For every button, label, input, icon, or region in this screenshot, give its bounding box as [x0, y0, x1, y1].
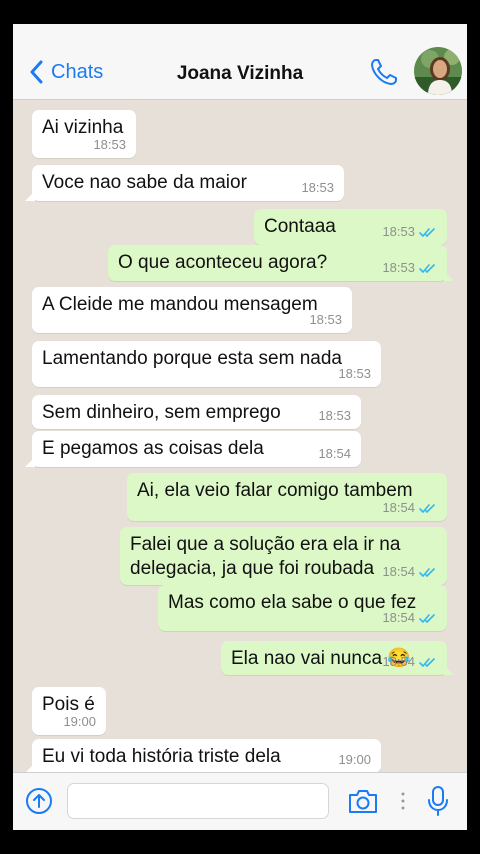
separator-dots-icon [401, 792, 405, 810]
message-timestamp: 19:00 [338, 752, 371, 768]
message-text: Voce nao sabe da maior [42, 172, 247, 193]
message-timestamp: 18:53 [338, 366, 371, 382]
message-timestamp: 18:54 [318, 446, 351, 462]
message-meta: 18:53 [93, 137, 126, 154]
double-check-icon [419, 264, 435, 273]
avatar[interactable] [414, 47, 462, 95]
outgoing-message[interactable]: Falei que a solução era ela ir na delega… [120, 527, 447, 585]
double-check-icon [419, 504, 435, 513]
outgoing-message[interactable]: Contaaa 18:53 [254, 209, 447, 245]
message-meta: 18:54 [382, 610, 437, 627]
double-check-icon [419, 568, 435, 577]
message-list[interactable]: Ai vizinha 18:53 Voce nao sabe da maior 18:… [13, 101, 467, 772]
phone-icon[interactable] [369, 57, 399, 87]
message-timestamp: 18:53 [93, 137, 126, 153]
message-meta: 18:53 [382, 224, 437, 241]
message-text: A Cleide me mandou mensagem [42, 294, 318, 315]
incoming-message[interactable]: Ai vizinha 18:53 [32, 110, 136, 158]
message-timestamp: 18:53 [309, 312, 342, 328]
message-meta: 18:54 [382, 564, 437, 581]
message-timestamp: 18:54 [382, 564, 415, 580]
outgoing-message[interactable]: Ai, ela veio falar comigo tambem 18:54 [127, 473, 447, 521]
input-bar [13, 772, 467, 830]
double-check-icon [419, 614, 435, 623]
message-timestamp: 18:53 [382, 260, 415, 276]
message-meta: 18:53 [301, 180, 334, 197]
outgoing-message[interactable]: Mas como ela sabe o que fez 18:54 [158, 585, 447, 631]
message-text: Lamentando porque esta sem nada [42, 348, 342, 369]
double-check-icon [419, 228, 435, 237]
incoming-message[interactable]: Pois é 19:00 [32, 687, 106, 735]
message-meta: 18:53 [338, 366, 371, 383]
message-meta: 18:54 [382, 654, 437, 671]
outgoing-message[interactable]: O que aconteceu agora? 18:53 [108, 245, 454, 281]
message-meta: 19:00 [63, 714, 96, 731]
microphone-icon[interactable] [427, 785, 449, 817]
message-input[interactable] [67, 783, 329, 819]
message-text: Sem dinheiro, sem emprego [42, 402, 281, 423]
message-meta: 18:54 [318, 446, 351, 463]
message-timestamp: 18:54 [382, 654, 415, 670]
message-meta: 18:53 [382, 260, 437, 277]
chat-header: Chats Joana Vizinha [13, 24, 467, 100]
incoming-message[interactable]: A Cleide me mandou mensagem 18:53 [32, 287, 352, 333]
upload-arrow-icon[interactable] [25, 787, 53, 815]
message-timestamp: 18:53 [301, 180, 334, 196]
outgoing-message[interactable]: Ela nao vai nunca 😂 18:54 [221, 641, 454, 675]
chat-screen: Chats Joana Vizinha Ai vizinha 18:53 Voce … [13, 24, 467, 830]
camera-icon[interactable] [347, 787, 379, 815]
message-meta: 18:53 [309, 312, 342, 329]
message-timestamp: 19:00 [63, 714, 96, 730]
message-text: E pegamos as coisas dela [42, 438, 264, 459]
message-meta: 18:53 [318, 408, 351, 425]
message-text: Falei que a solução era ela ir na delega… [130, 534, 401, 579]
message-meta: 18:54 [382, 500, 437, 517]
message-meta: 19:00 [338, 752, 371, 769]
double-check-icon [419, 658, 435, 667]
message-timestamp: 18:53 [382, 224, 415, 240]
incoming-message[interactable]: Voce nao sabe da maior 18:53 [25, 165, 344, 201]
message-timestamp: 18:54 [382, 500, 415, 516]
incoming-message[interactable]: Sem dinheiro, sem emprego 18:53 [32, 395, 361, 429]
incoming-message[interactable]: Lamentando porque esta sem nada 18:53 [32, 341, 381, 387]
message-timestamp: 18:53 [318, 408, 351, 424]
incoming-message[interactable]: Eu vi toda história triste dela 19:00 [25, 739, 381, 772]
message-text: Eu vi toda história triste dela [42, 746, 281, 767]
message-timestamp: 18:54 [382, 610, 415, 626]
incoming-message[interactable]: E pegamos as coisas dela 18:54 [25, 431, 361, 467]
